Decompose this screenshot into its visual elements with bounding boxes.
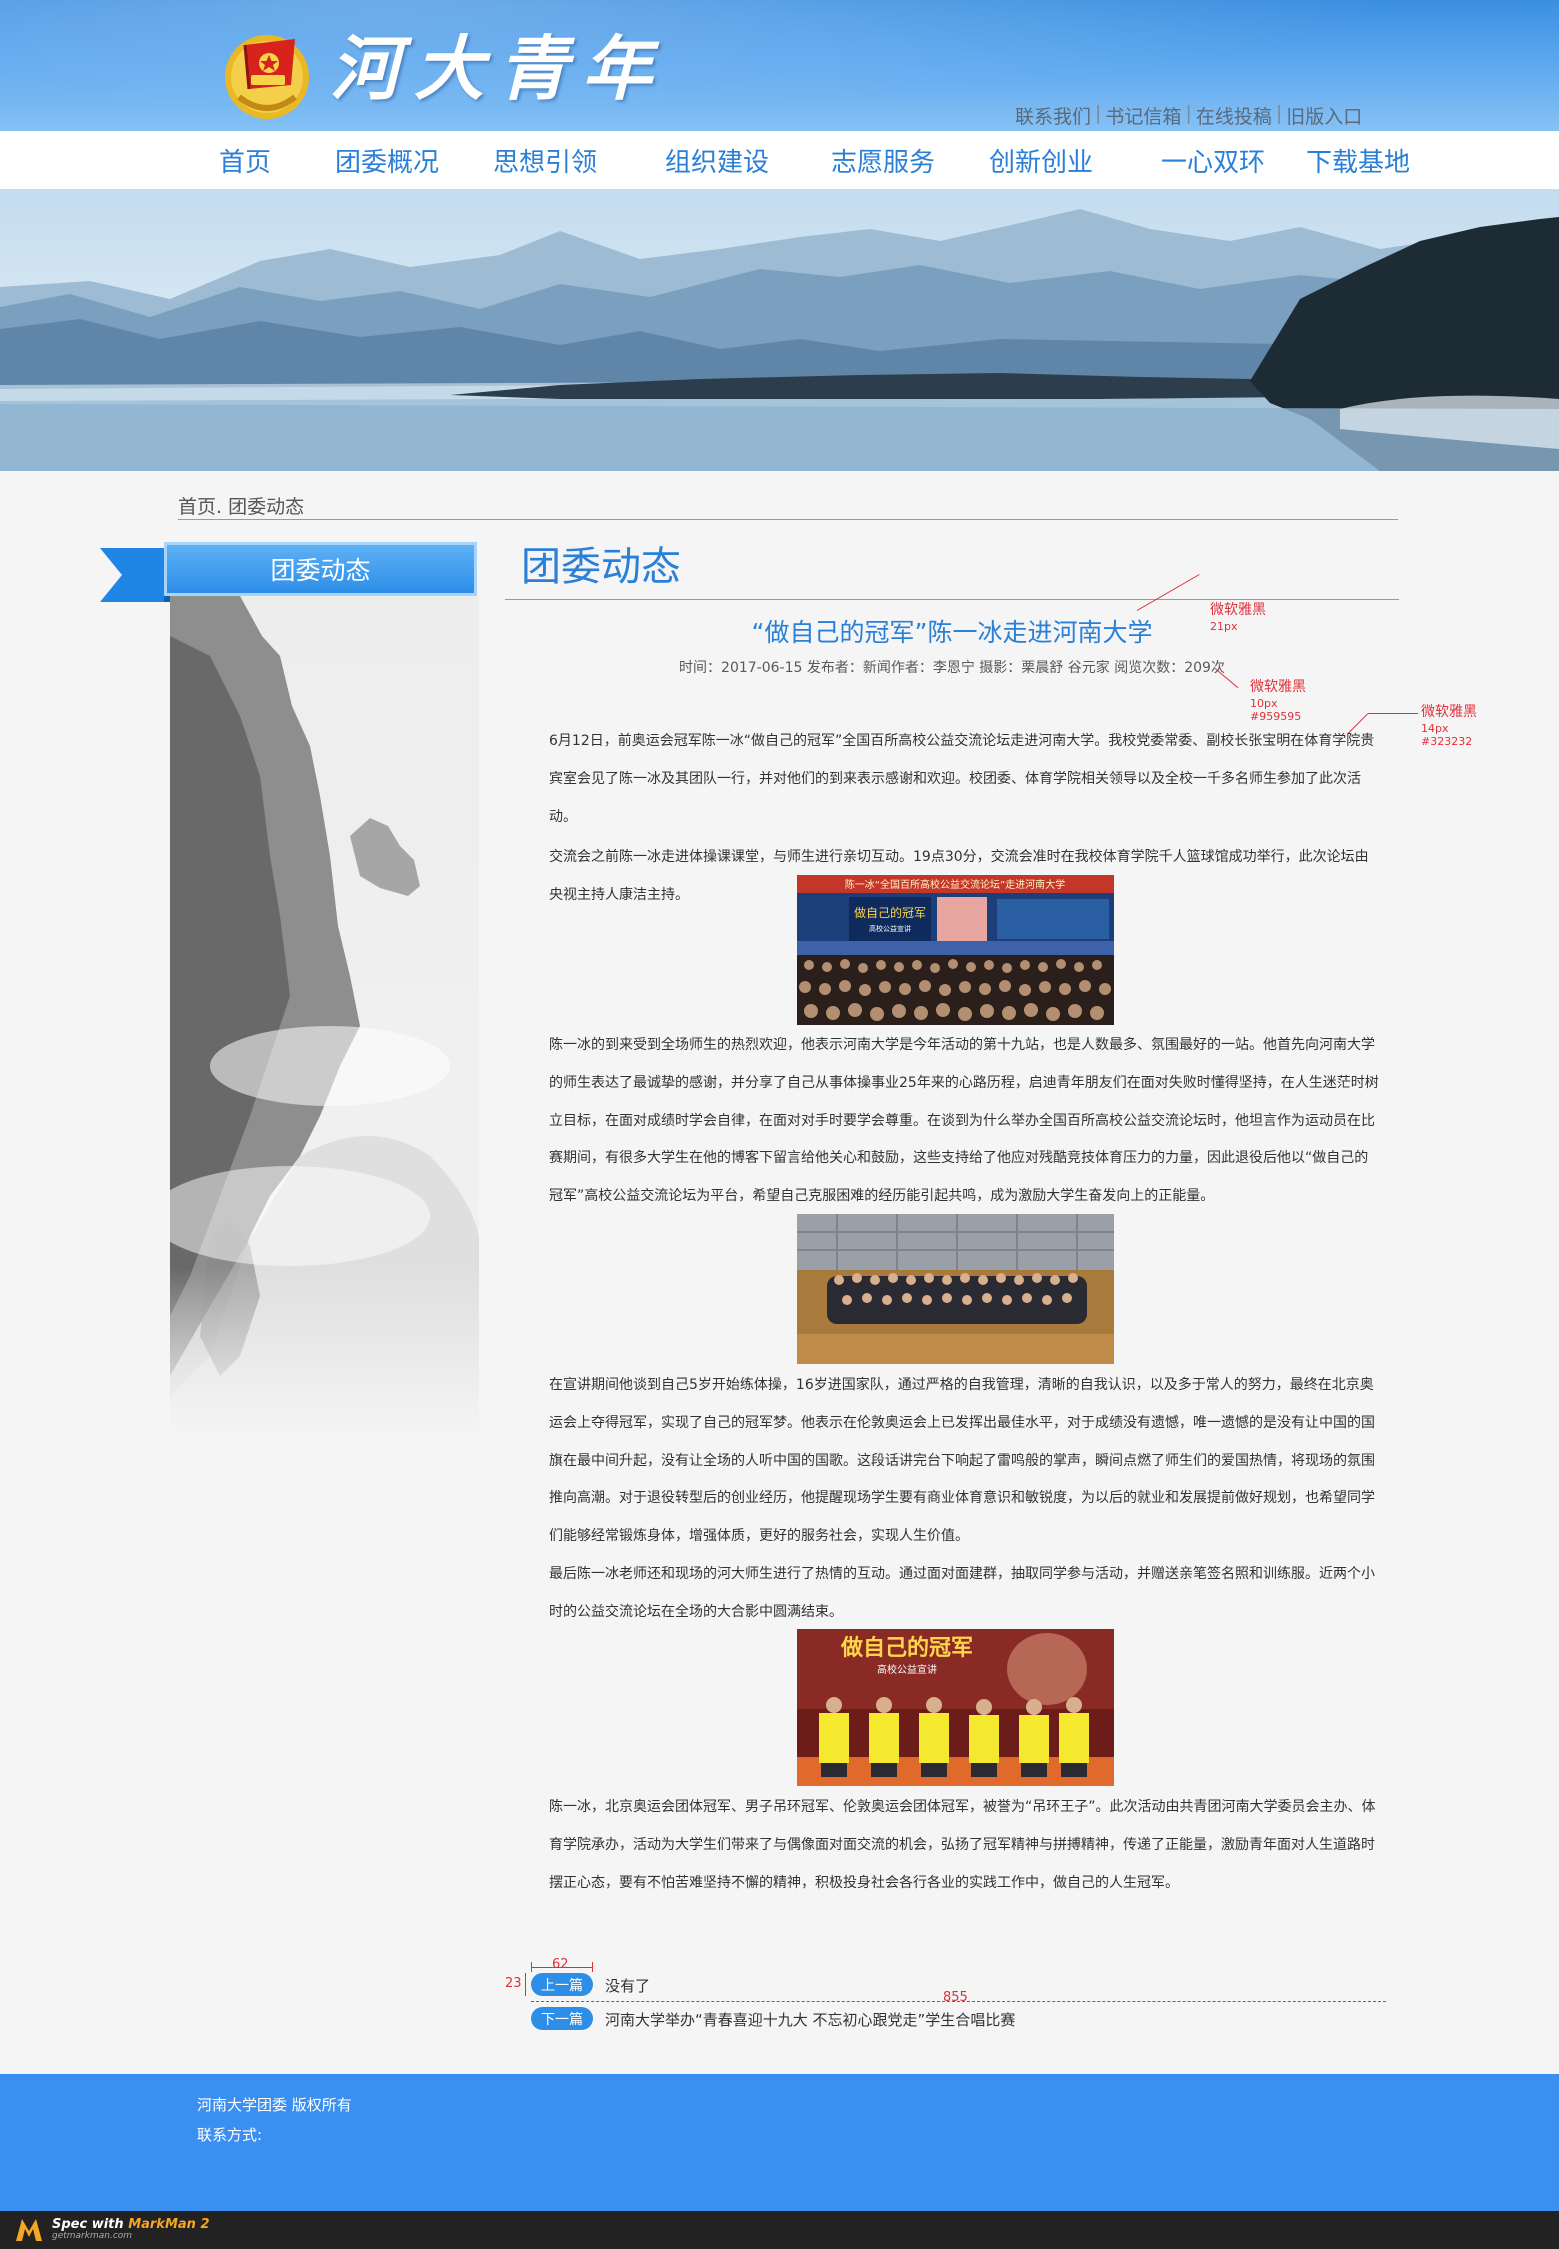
article-paragraph: 陈一冰的到来受到全场师生的热烈欢迎，他表示河南大学是今年活动的第十九站，也是人数… [549,1037,1379,1205]
annotation-font-size: 14px [1421,721,1449,735]
nav-item-downloads[interactable]: 下载基地 [1306,150,1410,176]
mountain-lake-image [0,209,1559,471]
annotation-leader-line [1136,574,1200,611]
annotation-badge-height: 23 [505,1976,522,1991]
breadcrumb[interactable]: 首页. 团委动态 [178,492,1398,520]
annotation-title-font: 微软雅黑 21px [1210,602,1266,633]
annotation-dimension-tick [592,1962,593,1972]
annotation-dimension-line [525,1973,526,1996]
article-paragraph: 陈一冰，北京奥运会团体冠军、男子吊环冠军、伦敦奥运会团体冠军，被誉为“吊环王子”… [549,1799,1376,1891]
photo-screen-title: 做自己的冠军 [854,905,926,920]
section-title: 团委动态 [521,544,681,590]
section-divider [505,599,1399,600]
top-link-old-version[interactable]: 旧版入口 [1286,102,1362,129]
markman-url[interactable]: getmarkman.com [52,2231,210,2241]
prev-article-text: 没有了 [605,1977,651,1995]
annotation-font-name: 微软雅黑 [1250,679,1306,695]
annotation-meta-font: 微软雅黑 10px #959595 [1250,679,1306,724]
markman-brand: MarkMan 2 [128,2217,210,2233]
photo-screen-subtitle: 高校公益宣讲 [869,924,911,933]
site-footer: 河南大学团委 版权所有 联系方式: [0,2074,1559,2211]
annotation-font-size: 10px [1250,696,1278,710]
annotation-leader-line [1368,713,1418,714]
article-paragraph: 6月12日，前奥运会冠军陈一冰“做自己的冠军”全国百所高校公益交流论坛走进河南大… [549,733,1375,825]
annotation-dimension-line [531,1967,593,1968]
top-link-separator: | [1095,102,1102,124]
nav-item-innovation[interactable]: 创新创业 [989,150,1093,176]
top-link-separator: | [1185,102,1192,124]
youth-league-emblem-icon [225,35,309,119]
annotation-font-color: #959595 [1250,710,1302,724]
next-article-link[interactable]: 河南大学举办“青春喜迎十九大 不忘初心跟党走”学生合唱比赛 [605,2009,1015,2030]
annotation-font-name: 微软雅黑 [1210,602,1266,618]
top-link-secretary-mailbox[interactable]: 书记信箱 [1105,102,1181,129]
nav-item-overview[interactable]: 团委概况 [335,150,439,176]
landscape-banner [0,189,1559,471]
nav-item-ideology[interactable]: 思想引领 [493,150,597,176]
next-article-button[interactable]: 下一篇 [531,2007,593,2030]
markman-label: Spec with MarkMan 2 getmarkman.com [52,2218,210,2241]
nav-item-one-heart-two-rings[interactable]: 一心双环 [1161,150,1265,176]
top-link-contact[interactable]: 联系我们 [1015,102,1091,129]
nav-item-home[interactable]: 首页 [219,150,271,176]
markman-logo-icon [16,2219,42,2241]
article-photo-forum: 陈一冰“全国百所高校公益交流论坛”走进河南大学 做自己的冠军 高校公益宣讲 [797,875,1114,1025]
annotation-list-width: 855 [941,1990,970,2007]
article-paragraph: 在宣讲期间他谈到自己5岁开始练体操，16岁进国家队，通过严格的自我管理，清晰的自… [549,1377,1375,1545]
article-paragraph: 最后陈一冰老师还和现场的河大师生进行了热情的互动。通过面对面建群，抽取同学参与活… [549,1566,1375,1620]
markman-bar: Spec with MarkMan 2 getmarkman.com [0,2211,1559,2249]
annotation-badge-width: 62 [552,1957,569,1972]
top-links: 联系我们 | 书记信箱 | 在线投稿 | 旧版入口 [1015,102,1362,129]
ink-mountain-image [170,596,479,1436]
annotation-dimension-line [531,2001,1386,2002]
prev-article-button[interactable]: 上一篇 [531,1973,593,1996]
article-photo-group-gym [797,1214,1114,1364]
annotation-body-font: 微软雅黑 14px #323232 [1421,704,1477,749]
annotation-font-size: 21px [1210,619,1238,633]
annotation-font-color: #323232 [1421,735,1473,749]
photo-stage-subtitle: 高校公益宣讲 [877,1663,937,1676]
sidebar-ink-painting [170,596,479,1436]
top-link-online-submission[interactable]: 在线投稿 [1196,102,1272,129]
nav-item-volunteer[interactable]: 志愿服务 [831,150,935,176]
sidebar-title[interactable]: 团委动态 [164,542,477,596]
top-link-separator: | [1275,102,1283,124]
nav-item-organization[interactable]: 组织建设 [665,150,769,176]
photo-stage-title: 做自己的冠军 [840,1635,973,1661]
article-photo-stage: 做自己的冠军 高校公益宣讲 [797,1629,1114,1786]
annotation-dimension-tick [531,1962,532,1972]
annotation-font-name: 微软雅黑 [1421,704,1477,720]
site-logo-text[interactable]: 河大青年 [330,34,666,104]
ribbon-tail-icon [100,548,172,602]
site-header: 河大青年 联系我们 | 书记信箱 | 在线投稿 | 旧版入口 [0,0,1559,131]
article-meta: 时间：2017-06-15 发布者：新闻作者：李恩宁 摄影：栗晨舒 谷元家 阅览… [679,660,1225,676]
main-nav: 首页 团委概况 思想引领 组织建设 志愿服务 创新创业 一心双环 下载基地 [0,131,1559,189]
footer-copyright: 河南大学团委 版权所有 [197,2096,352,2114]
footer-contact: 联系方式: [197,2126,263,2144]
photo-banner-text: 陈一冰“全国百所高校公益交流论坛”走进河南大学 [845,878,1065,891]
